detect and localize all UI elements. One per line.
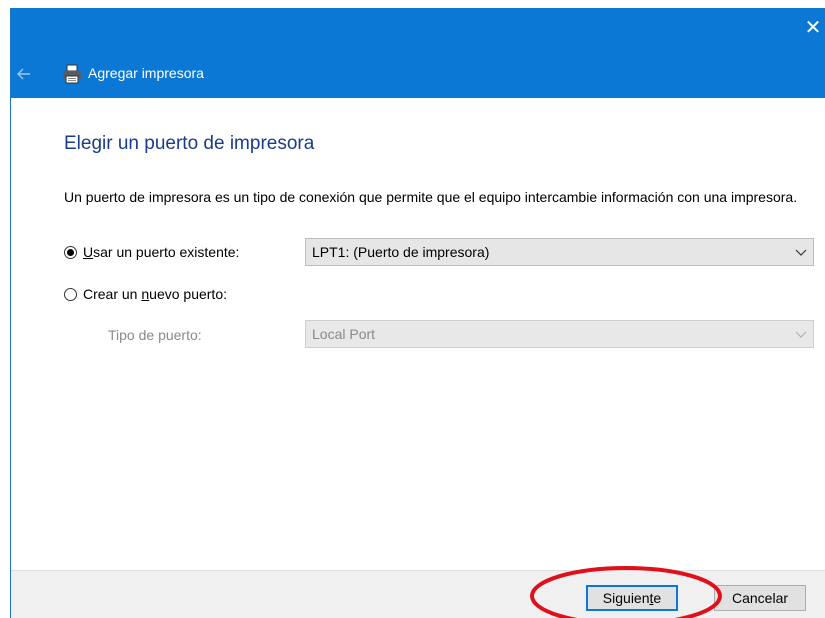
use-existing-port-radio[interactable] (64, 245, 77, 259)
port-type-label: Tipo de puerto: (108, 327, 202, 343)
use-existing-port-option[interactable]: Usar un puerto existente: (64, 244, 239, 260)
next-button[interactable]: Siguiente (586, 585, 678, 611)
use-existing-port-label: Usar un puerto existente: (83, 244, 240, 260)
title-bar: ✕ Agregar impresora (11, 8, 825, 98)
existing-port-value: LPT1: (Puerto de impresora) (312, 244, 490, 260)
existing-port-dropdown[interactable]: LPT1: (Puerto de impresora) (305, 238, 814, 266)
cancel-button-label: Cancelar (731, 590, 789, 606)
close-button[interactable]: ✕ (801, 16, 825, 40)
page-title: Elegir un puerto de impresora (64, 133, 315, 154)
create-new-port-radio[interactable] (64, 287, 77, 301)
chevron-down-icon (795, 331, 807, 338)
dialog-footer: Siguiente Cancelar (11, 570, 825, 618)
back-button[interactable] (9, 63, 39, 85)
chevron-down-icon (795, 249, 807, 256)
port-type-value: Local Port (312, 326, 376, 342)
create-new-port-option[interactable]: Crear un nuevo puerto: (64, 286, 227, 302)
add-printer-dialog: ✕ Agregar impresora Elegir un puerto de … (10, 8, 825, 618)
create-new-port-label: Crear un nuevo puerto: (83, 286, 227, 302)
close-icon: ✕ (804, 17, 822, 39)
cancel-button[interactable]: Cancelar (714, 585, 806, 611)
next-button-label: Siguiente (602, 590, 662, 606)
description-text: Un puerto de impresora es un tipo de con… (64, 189, 798, 205)
page: ✕ Agregar impresora Elegir un puerto de … (0, 0, 825, 618)
port-type-dropdown: Local Port (305, 320, 814, 348)
printer-icon (63, 64, 81, 84)
window-title: Agregar impresora (88, 65, 204, 81)
arrow-left-icon (17, 68, 30, 80)
